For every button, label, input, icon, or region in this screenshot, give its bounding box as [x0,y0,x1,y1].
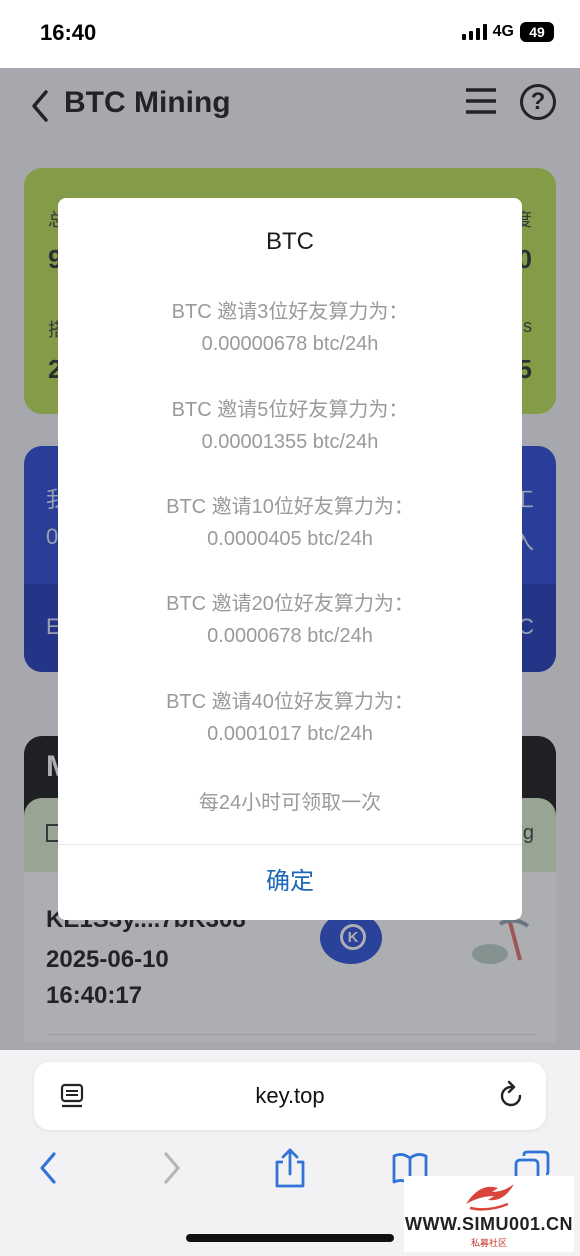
tier-rate: 0.00000678 btc/24h [201,333,379,355]
tier-rate: 0.00001355 btc/24h [201,431,379,453]
claim-notice: 每24小时可领取一次 [198,792,382,814]
tier-label: BTC 邀请40位好友算力为： [166,691,414,713]
signal-icon [461,24,487,40]
tier-label: BTC 邀请5位好友算力为： [171,399,409,421]
reload-icon[interactable] [496,1080,526,1110]
watermark-text: WWW.SIMU001.CN [404,1214,573,1234]
home-indicator [186,1234,394,1242]
tier-item: BTC 邀请40位好友算力为： 0.0001017 btc/24h [58,686,522,750]
battery-icon: 49 [520,22,554,42]
tier-item: BTC 邀请5位好友算力为： 0.00001355 btc/24h [58,394,522,458]
watermark-logo-icon [466,1184,514,1211]
url-text: key.top [255,1083,325,1108]
status-bar: 16:40 4G 49 [0,0,580,68]
confirm-button[interactable]: 确定 [58,844,522,920]
tier-label: BTC 邀请3位好友算力为： [171,301,409,323]
tier-item: BTC 邀请20位好友算力为： 0.0000678 btc/24h [58,588,522,652]
browser-back-icon[interactable] [30,1146,70,1190]
tier-item: BTC 邀请10位好友算力为： 0.0000405 btc/24h [58,491,522,555]
tier-label: BTC 邀请10位好友算力为： [166,496,414,518]
watermark-subtitle: 私募社区 [470,1238,507,1248]
watermark: WWW.SIMU001.CN 私募社区 [404,1176,574,1252]
dialog-title: BTC [266,228,314,255]
network-type: 4G [492,23,514,40]
share-icon[interactable] [270,1146,310,1190]
invite-reward-dialog: BTC BTC 邀请3位好友算力为： 0.00000678 btc/24h BT… [58,198,522,920]
tier-item: BTC 邀请3位好友算力为： 0.00000678 btc/24h [58,296,522,360]
tier-rate: 0.0000405 btc/24h [207,528,373,550]
tier-rate: 0.0000678 btc/24h [207,625,373,647]
status-indicators: 4G 49 [461,22,554,42]
tier-label: BTC 邀请20位好友算力为： [166,593,414,615]
browser-forward-icon[interactable] [152,1146,192,1190]
status-time: 16:40 [40,20,97,45]
tier-rate: 0.0001017 btc/24h [207,723,373,745]
address-bar[interactable]: key.top [34,1062,546,1130]
battery-level: 49 [529,24,545,40]
